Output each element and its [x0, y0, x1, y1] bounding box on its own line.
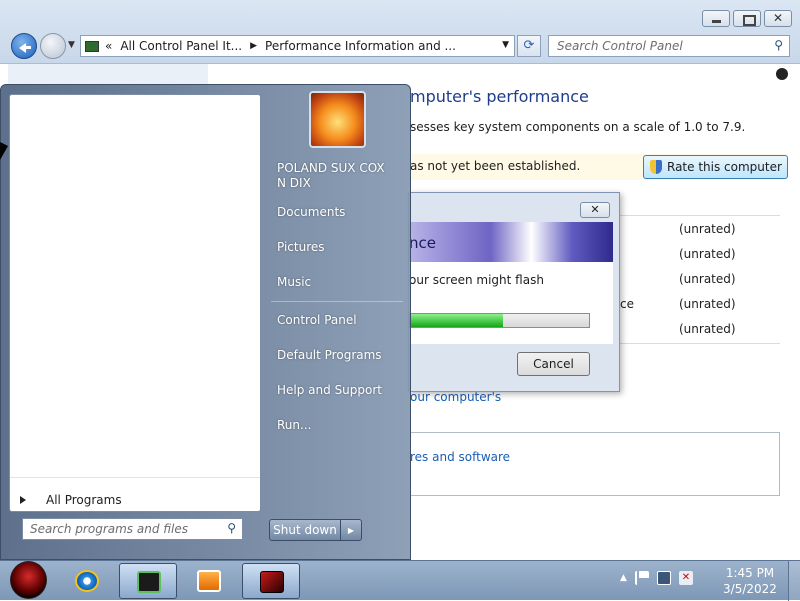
divider [620, 215, 780, 216]
start-item-music[interactable]: Music [277, 275, 311, 289]
flag-icon[interactable] [634, 571, 649, 585]
score-memory: (unrated) [679, 247, 736, 261]
score-gaming-graphics: (unrated) [679, 297, 736, 311]
clock-time: 1:45 PM [725, 566, 775, 580]
search-control-panel-input[interactable]: Search Control Panel ⚲ [548, 35, 790, 57]
close-icon: ✕ [590, 203, 600, 216]
taskbar-internet-explorer[interactable] [58, 563, 116, 599]
control-panel-icon [85, 40, 99, 52]
clock-date: 3/5/2022 [723, 582, 777, 596]
mouse-cursor-icon [0, 142, 8, 160]
divider [10, 477, 260, 478]
taskbar-control-panel[interactable] [119, 563, 177, 599]
shut-down-button[interactable]: Shut down ▶ [269, 519, 362, 541]
notice-text: as not yet been established. [410, 159, 581, 173]
start-search-input[interactable]: Search programs and files ⚲ [22, 518, 243, 540]
all-programs-item[interactable]: All Programs [20, 493, 122, 507]
address-dropdown-icon[interactable]: ▼ [502, 40, 509, 50]
start-search-placeholder: Search programs and files [30, 522, 188, 536]
start-menu: All Programs Search programs and files ⚲… [0, 84, 411, 560]
show-hidden-icons-icon[interactable]: ▲ [620, 573, 627, 583]
score-hard-disk: (unrated) [679, 322, 736, 336]
back-button[interactable] [11, 33, 37, 59]
divider [271, 301, 403, 302]
control-panel-icon [137, 571, 161, 593]
all-programs-label: All Programs [46, 493, 122, 507]
software-info-box [410, 432, 780, 496]
internet-explorer-icon [75, 570, 99, 592]
page-description: sesses key system components on a scale … [410, 120, 746, 134]
breadcrumb-separator-icon[interactable]: ▶ [250, 41, 257, 51]
refresh-icon: ⟳ [523, 38, 535, 53]
dialog-banner: nce [409, 222, 613, 262]
refresh-button[interactable]: ⟳ [517, 35, 541, 57]
dialog-body: our screen might flash [409, 262, 613, 344]
shield-icon [650, 160, 662, 174]
breadcrumb-performance-information[interactable]: Performance Information and ... [265, 39, 456, 53]
features-software-link[interactable]: res and software [410, 450, 510, 464]
media-player-icon [197, 570, 221, 592]
shut-down-options-arrow-icon[interactable]: ▶ [341, 526, 361, 535]
search-placeholder: Search Control Panel [557, 39, 683, 53]
user-picture[interactable] [309, 91, 366, 148]
user-name-item[interactable]: POLAND SUX COX N DIX [277, 161, 397, 191]
window-titlebar: ✕ ▼ « All Control Panel It... ▶ Performa… [0, 0, 800, 64]
start-item-run[interactable]: Run... [277, 418, 311, 432]
maximize-button[interactable] [733, 10, 761, 27]
start-item-help-and-support[interactable]: Help and Support [277, 383, 382, 397]
page-title: mputer's performance [410, 87, 589, 106]
help-icon[interactable] [776, 68, 788, 80]
dialog-close-button[interactable]: ✕ [580, 202, 610, 218]
start-item-control-panel[interactable]: Control Panel [277, 313, 357, 327]
taskbar: ▲ ✕ 1:45 PM 3/5/2022 [0, 560, 800, 601]
rate-button-label: Rate this computer [667, 160, 782, 174]
clock[interactable]: 1:45 PM 3/5/2022 [720, 565, 780, 597]
cancel-button[interactable]: Cancel [517, 352, 590, 376]
address-bar[interactable]: « All Control Panel It... ▶ Performance … [80, 35, 515, 57]
show-desktop-button[interactable] [788, 561, 800, 601]
taskbar-assessment-app[interactable] [242, 563, 300, 599]
expand-arrow-icon [20, 496, 26, 504]
windows-orb-icon[interactable] [10, 561, 47, 599]
start-item-documents[interactable]: Documents [277, 205, 345, 219]
dialog-banner-text: nce [409, 234, 436, 252]
assessment-progress-bar [409, 313, 590, 328]
address-history-glyph: « [105, 39, 113, 53]
system-tray: ▲ ✕ [620, 571, 693, 585]
computer-details-link[interactable]: our computer's [410, 390, 501, 404]
score-processor: (unrated) [679, 222, 736, 236]
shut-down-label: Shut down [270, 520, 341, 540]
taskbar-media-player[interactable] [180, 563, 238, 599]
programs-list-pane: All Programs [9, 94, 261, 512]
close-button[interactable]: ✕ [764, 10, 792, 27]
close-icon: ✕ [772, 11, 784, 25]
recent-pages-dropdown[interactable]: ▼ [68, 40, 75, 50]
start-item-pictures[interactable]: Pictures [277, 240, 325, 254]
performance-assessment-dialog: ✕ nce our screen might flash Cancel [408, 192, 620, 392]
rate-this-computer-button[interactable]: Rate this computer [643, 155, 788, 179]
assessment-app-icon [260, 571, 284, 593]
dialog-message: our screen might flash [409, 273, 544, 287]
search-icon[interactable]: ⚲ [227, 521, 236, 535]
breadcrumb-all-control-panel-items[interactable]: All Control Panel It... [120, 39, 242, 53]
score-graphics: (unrated) [679, 272, 736, 286]
forward-button[interactable] [40, 33, 66, 59]
subscore-label-fragment: ce [620, 297, 634, 311]
start-item-default-programs[interactable]: Default Programs [277, 348, 382, 362]
progress-fill [410, 314, 504, 327]
minimize-button[interactable] [702, 10, 730, 27]
divider [620, 343, 780, 344]
search-icon[interactable]: ⚲ [774, 38, 783, 52]
volume-muted-icon[interactable]: ✕ [678, 571, 693, 585]
network-icon[interactable] [656, 571, 671, 585]
